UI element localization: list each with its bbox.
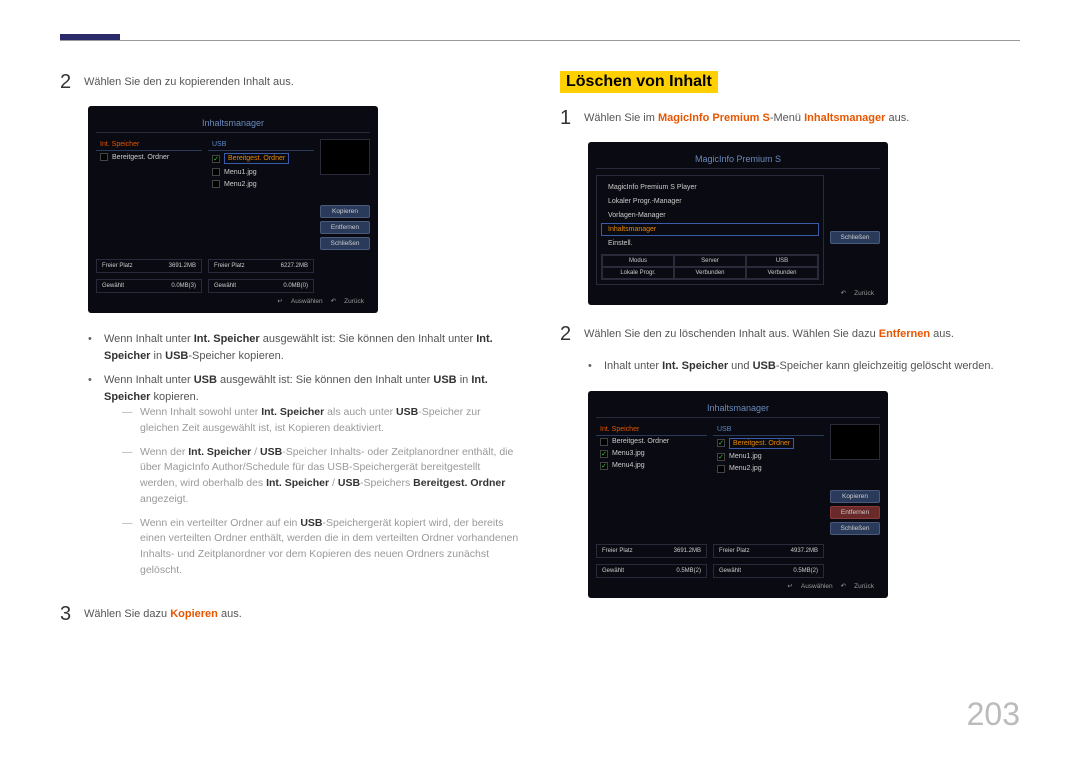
enter-icon: ↵ — [277, 298, 282, 305]
copy-button: Kopieren — [830, 490, 880, 503]
step-2-right: 2 Wählen Sie den zu löschenden Inhalt au… — [560, 323, 1020, 346]
screenshot-title: MagicInfo Premium S — [596, 150, 880, 169]
enter-icon: ↵ — [787, 583, 792, 590]
bullet-item: Wenn Inhalt unter Int. Speicher ausgewäh… — [88, 331, 520, 364]
remove-button: Entfernen — [320, 221, 370, 234]
tab-usb: USB — [713, 424, 824, 436]
screenshot-inhaltsmanager-delete: Inhaltsmanager Int. Speicher Bereitgest.… — [588, 391, 888, 598]
copy-button: Kopieren — [320, 205, 370, 218]
step-2: 2 Wählen Sie den zu kopierenden Inhalt a… — [60, 71, 520, 94]
checkbox-checked-icon — [212, 155, 220, 163]
section-heading: Löschen von Inhalt — [560, 71, 718, 93]
checkbox-checked-icon — [717, 453, 725, 461]
checkbox-checked-icon — [600, 450, 608, 458]
tab-int-speicher: Int. Speicher — [96, 139, 202, 151]
checkbox-checked-icon — [717, 439, 725, 447]
step-3: 3 Wählen Sie dazu Kopieren aus. — [60, 603, 520, 626]
dash-item: Wenn ein verteilter Ordner auf ein USB-S… — [122, 516, 520, 579]
screenshot-title: Inhaltsmanager — [596, 399, 880, 418]
menu-item-inhaltsmanager: Inhaltsmanager — [601, 223, 819, 236]
bullet-list: Inhalt unter Int. Speicher und USB-Speic… — [588, 358, 1020, 375]
step-number: 3 — [60, 603, 84, 626]
screenshot-title: Inhaltsmanager — [96, 114, 370, 133]
checkbox-icon — [212, 168, 220, 176]
dash-item: Wenn Inhalt sowohl unter Int. Speicher a… — [122, 405, 520, 437]
close-button: Schließen — [830, 522, 880, 535]
tab-usb: USB — [208, 139, 314, 151]
checkbox-icon — [600, 438, 608, 446]
screenshot-magicinfo-menu: MagicInfo Premium S MagicInfo Premium S … — [588, 142, 888, 305]
bullet-list: Wenn Inhalt unter Int. Speicher ausgewäh… — [88, 331, 520, 587]
header-rule — [60, 40, 1020, 41]
bullet-item: Inhalt unter Int. Speicher und USB-Speic… — [588, 358, 1020, 375]
back-icon: ↶ — [841, 583, 846, 590]
bullet-item: Wenn Inhalt unter USB ausgewählt ist: Si… — [88, 372, 520, 587]
step-text: Wählen Sie den zu kopierenden Inhalt aus… — [84, 71, 294, 91]
checkbox-icon — [717, 465, 725, 473]
checkbox-icon — [100, 153, 108, 161]
page-number: 203 — [967, 696, 1020, 733]
screenshot-inhaltsmanager-copy: Inhaltsmanager Int. Speicher Bereitgest.… — [88, 106, 378, 313]
close-button: Schließen — [830, 231, 880, 244]
left-column: 2 Wählen Sie den zu kopierenden Inhalt a… — [60, 71, 520, 638]
back-icon: ↶ — [841, 290, 846, 297]
remove-button: Entfernen — [830, 506, 880, 519]
back-icon: ↶ — [331, 298, 336, 305]
step-number: 1 — [560, 107, 584, 130]
checkbox-checked-icon — [600, 462, 608, 470]
close-button: Schließen — [320, 237, 370, 250]
checkbox-icon — [212, 180, 220, 188]
step-number: 2 — [560, 323, 584, 346]
thumbnail-placeholder — [320, 139, 370, 175]
thumbnail-placeholder — [830, 424, 880, 460]
right-column: Löschen von Inhalt 1 Wählen Sie im Magic… — [560, 71, 1020, 638]
tab-int-speicher: Int. Speicher — [596, 424, 707, 436]
step-number: 2 — [60, 71, 84, 94]
dash-item: Wenn der Int. Speicher / USB-Speicher In… — [122, 445, 520, 508]
step-1: 1 Wählen Sie im MagicInfo Premium S-Menü… — [560, 107, 1020, 130]
